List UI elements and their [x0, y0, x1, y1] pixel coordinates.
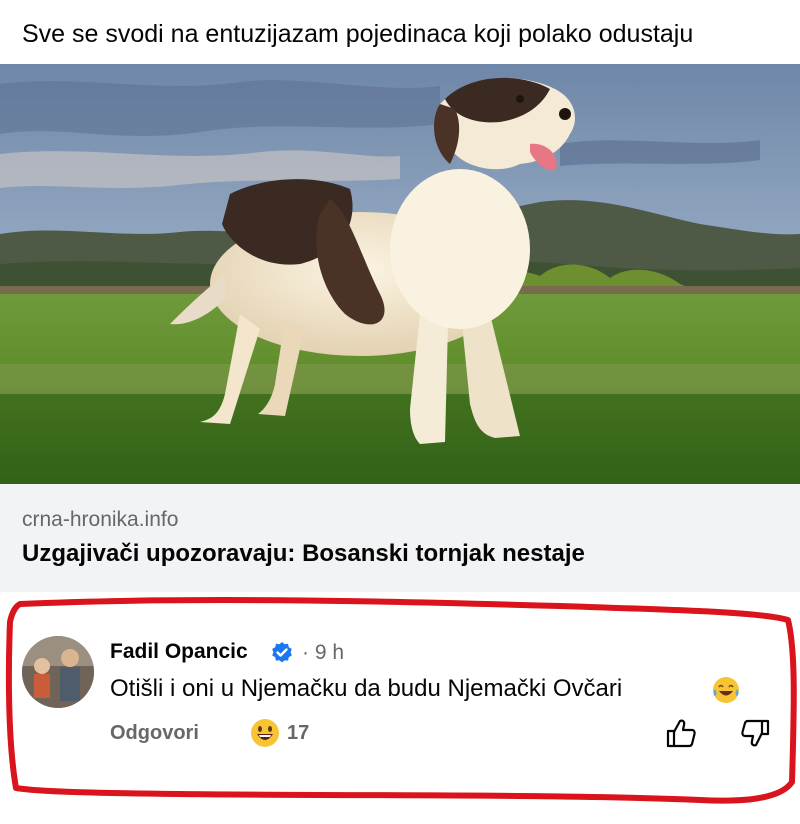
- thumbs-down-icon[interactable]: [740, 718, 772, 750]
- reaction-count: 17: [287, 722, 310, 744]
- post-photo[interactable]: [0, 64, 800, 484]
- tears-of-joy-emoji-icon: [712, 676, 740, 704]
- link-preview-card[interactable]: crna-hronika.info Uzgajivači upozoravaju…: [0, 484, 800, 592]
- post-caption: Sve se svodi na entuzijazam pojedinaca k…: [22, 20, 694, 48]
- comment-author[interactable]: Fadil Opancic: [110, 640, 248, 664]
- grinning-face-icon[interactable]: [250, 718, 280, 748]
- comment: Fadil Opancic · 9 h Otišli i oni u Njema…: [0, 592, 800, 824]
- thumbs-up-icon[interactable]: [664, 716, 698, 750]
- comment-text: Otišli i oni u Njemačku da budu Njemački…: [110, 675, 623, 702]
- dog-in-field-image: [0, 64, 800, 484]
- avatar[interactable]: [22, 636, 94, 708]
- verified-badge-icon: [270, 641, 294, 665]
- link-title[interactable]: Uzgajivači upozoravaju: Bosanski tornjak…: [22, 540, 585, 568]
- red-highlight-outline: [5, 597, 797, 804]
- comment-time: · 9 h: [302, 641, 345, 664]
- link-domain: crna-hronika.info: [22, 508, 179, 531]
- reply-button[interactable]: Odgovori: [110, 722, 199, 745]
